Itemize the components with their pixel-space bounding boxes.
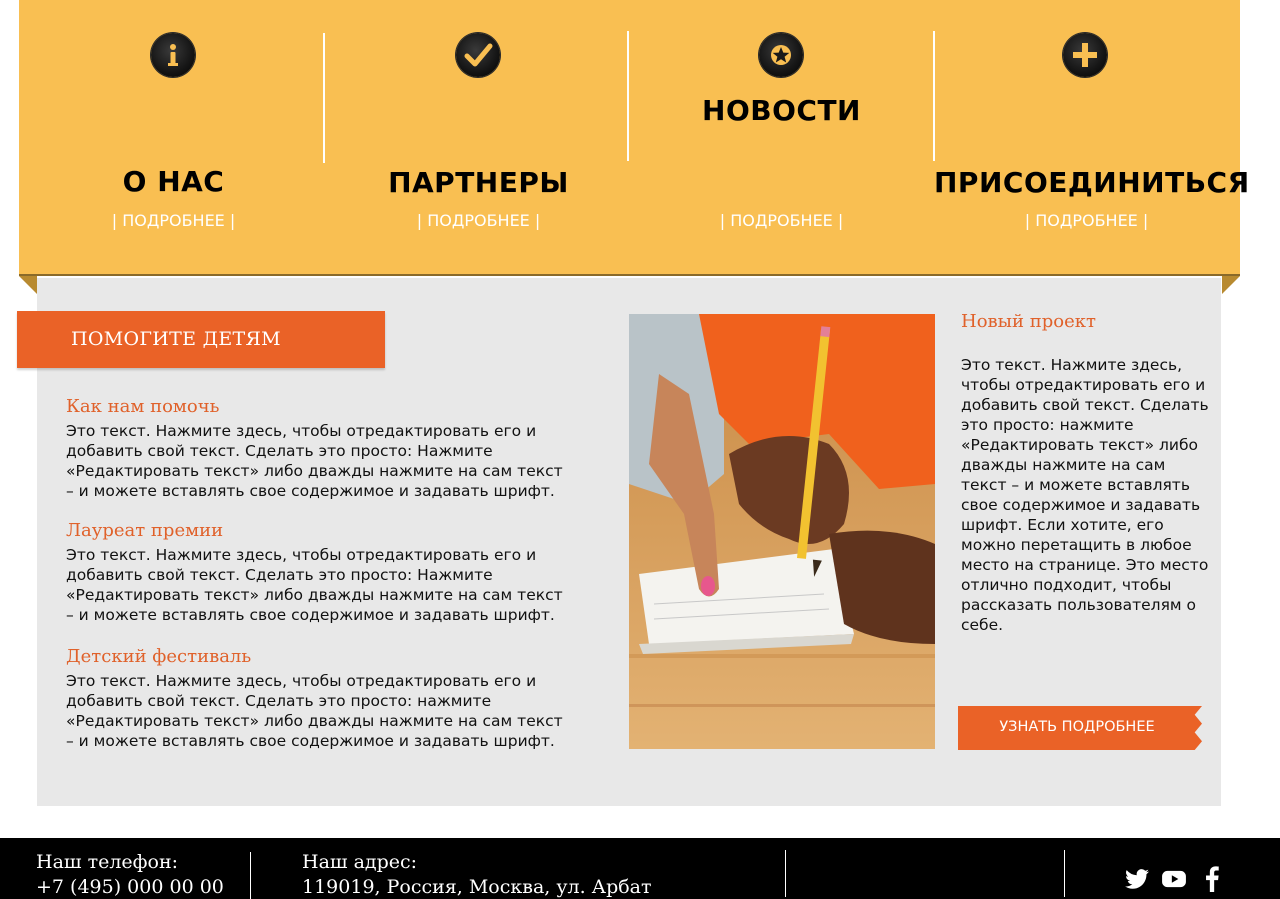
feature-title[interactable]: О НАС — [21, 165, 326, 198]
article: Лауреат премии Это текст. Нажмите здесь,… — [66, 520, 566, 625]
phone-label: Наш телефон: — [36, 851, 179, 873]
address-label: Наш адрес: — [302, 851, 418, 873]
footer-divider — [785, 850, 786, 897]
feature-join: ПРИСОЕДИНИТЬСЯ | ПОДРОБНЕЕ | — [934, 0, 1249, 276]
facebook-icon[interactable] — [1199, 866, 1225, 892]
footer-divider — [250, 852, 251, 899]
article: Детский фестиваль Это текст. Нажмите зде… — [66, 646, 566, 751]
article: Как нам помочь Это текст. Нажмите здесь,… — [66, 396, 566, 501]
twitter-icon[interactable] — [1124, 866, 1150, 892]
article-text: Это текст. Нажмите здесь, чтобы отредакт… — [66, 546, 563, 624]
feature-title[interactable]: ПРИСОЕДИНИТЬСЯ — [934, 166, 1249, 199]
feature-more-link[interactable]: | ПОДРОБНЕЕ | — [326, 211, 631, 230]
youtube-icon[interactable] — [1161, 866, 1187, 892]
feature-more-link[interactable]: | ПОДРОБНЕЕ | — [629, 211, 934, 230]
learn-more-label: УЗНАТЬ ПОДРОБНЕЕ — [999, 719, 1155, 735]
feature-more-link[interactable]: | ПОДРОБНЕЕ | — [21, 211, 326, 230]
feature-more-link[interactable]: | ПОДРОБНЕЕ | — [934, 211, 1239, 230]
article-text: Это текст. Нажмите здесь, чтобы отредакт… — [66, 422, 563, 500]
band-fold-left — [19, 276, 37, 294]
child-writing-photo — [629, 314, 935, 749]
plus-icon[interactable] — [1063, 33, 1107, 77]
project-title: Новый проект — [961, 311, 1096, 332]
article-title: Как нам помочь — [66, 396, 220, 417]
feature-news: НОВОСТИ | ПОДРОБНЕЕ | — [629, 0, 934, 276]
feature-title[interactable]: НОВОСТИ — [629, 94, 934, 127]
info-icon[interactable] — [151, 33, 195, 77]
feature-title[interactable]: ПАРТНЕРЫ — [326, 166, 631, 199]
project-text: Это текст. Нажмите здесь, чтобы отредакт… — [961, 356, 1209, 634]
star-icon[interactable] — [759, 33, 803, 77]
feature-partners: ПАРТНЕРЫ | ПОДРОБНЕЕ | — [326, 0, 631, 276]
feature-about: О НАС | ПОДРОБНЕЕ | — [21, 0, 326, 276]
help-children-banner: ПОМОГИТЕ ДЕТЯМ — [17, 311, 385, 368]
footer-divider — [1064, 850, 1065, 897]
check-icon[interactable] — [456, 33, 500, 77]
phone-number[interactable]: +7 (495) 000 00 00 — [36, 876, 224, 898]
help-banner-label: ПОМОГИТЕ ДЕТЯМ — [71, 328, 281, 350]
article-text: Это текст. Нажмите здесь, чтобы отредакт… — [66, 672, 563, 750]
article-title: Детский фестиваль — [66, 646, 252, 667]
address: 119019, Россия, Москва, ул. Арбат — [302, 876, 652, 898]
learn-more-button[interactable]: УЗНАТЬ ПОДРОБНЕЕ — [958, 706, 1202, 750]
band-fold-right — [1222, 276, 1240, 294]
article-title: Лауреат премии — [66, 520, 224, 541]
